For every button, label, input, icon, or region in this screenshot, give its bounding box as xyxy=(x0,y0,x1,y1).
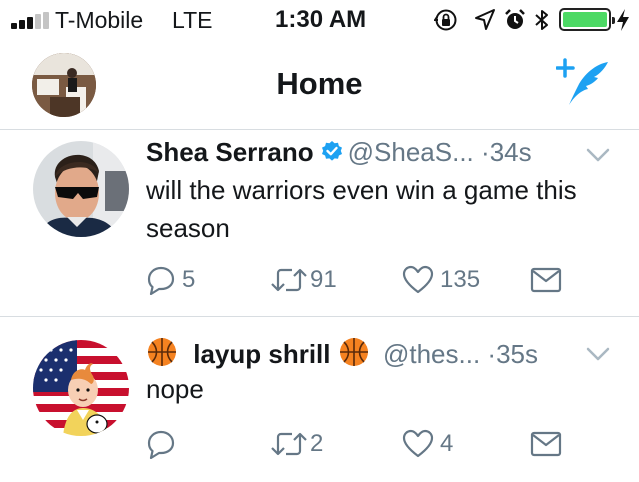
like-button[interactable]: 4 xyxy=(402,429,453,459)
alarm-icon xyxy=(505,9,525,29)
like-count: 4 xyxy=(440,430,454,457)
charging-bolt-icon xyxy=(617,9,629,31)
display-name[interactable]: Shea Serrano xyxy=(146,137,314,167)
reply-count: 5 xyxy=(182,266,196,293)
basketball-emoji-icon xyxy=(339,338,368,366)
reply-button[interactable]: 5 xyxy=(146,265,195,295)
battery-icon xyxy=(559,8,615,31)
avatar[interactable] xyxy=(33,141,129,237)
verified-badge-icon xyxy=(321,141,342,161)
reply-icon xyxy=(147,430,175,459)
tweet[interactable]: Shea Serrano @SheaS... ·34s will the war… xyxy=(0,131,639,317)
envelope-icon xyxy=(530,267,562,293)
handle[interactable]: @SheaS... xyxy=(348,137,474,167)
separator-dot: · xyxy=(487,339,497,369)
direct-message-button[interactable] xyxy=(530,429,562,459)
separator-dot: · xyxy=(481,137,490,167)
basketball-emoji-icon xyxy=(148,338,176,366)
retweet-icon xyxy=(271,432,307,456)
retweet-icon xyxy=(271,268,307,292)
chevron-down-icon[interactable] xyxy=(586,147,610,163)
network-type: LTE xyxy=(172,7,213,33)
retweet-count: 2 xyxy=(310,430,324,457)
orientation-lock-icon xyxy=(434,9,457,31)
display-name[interactable]: layup shrill xyxy=(193,339,330,369)
chevron-down-icon[interactable] xyxy=(586,346,610,362)
page-title: Home xyxy=(276,66,363,101)
location-arrow-icon xyxy=(475,9,495,30)
tweet-text: will the warriors even win a game this s… xyxy=(146,175,577,243)
timestamp[interactable]: 34s xyxy=(490,137,532,167)
top-nav-bar: Home xyxy=(0,40,639,130)
compose-tweet-icon[interactable] xyxy=(556,58,612,108)
timestamp[interactable]: 35s xyxy=(496,339,538,369)
like-count: 135 xyxy=(440,266,481,293)
heart-icon xyxy=(402,429,434,458)
handle[interactable]: @thes... xyxy=(383,339,480,369)
avatar[interactable] xyxy=(33,340,129,436)
retweet-count: 91 xyxy=(310,266,337,293)
retweet-button[interactable]: 2 xyxy=(270,429,323,459)
tweet-text: nope xyxy=(146,374,204,404)
like-button[interactable]: 135 xyxy=(402,265,480,295)
tweet-actions: 2 4 xyxy=(0,429,639,459)
tweet-actions: 5 91 135 xyxy=(0,265,639,295)
carrier-name: T-Mobile xyxy=(55,7,144,33)
bluetooth-icon xyxy=(535,10,548,30)
envelope-icon xyxy=(530,431,562,457)
tweet[interactable]: layup shrill @thes... ·35s nope 2 4 xyxy=(0,318,639,482)
heart-icon xyxy=(402,265,434,294)
status-bar: T-Mobile LTE 1:30 AM xyxy=(0,0,639,40)
status-clock: 1:30 AM xyxy=(275,6,367,33)
direct-message-button[interactable] xyxy=(530,265,562,295)
reply-icon xyxy=(147,266,175,295)
reply-button[interactable] xyxy=(146,429,176,459)
retweet-button[interactable]: 91 xyxy=(270,265,337,295)
signal-strength-icon xyxy=(11,12,49,29)
